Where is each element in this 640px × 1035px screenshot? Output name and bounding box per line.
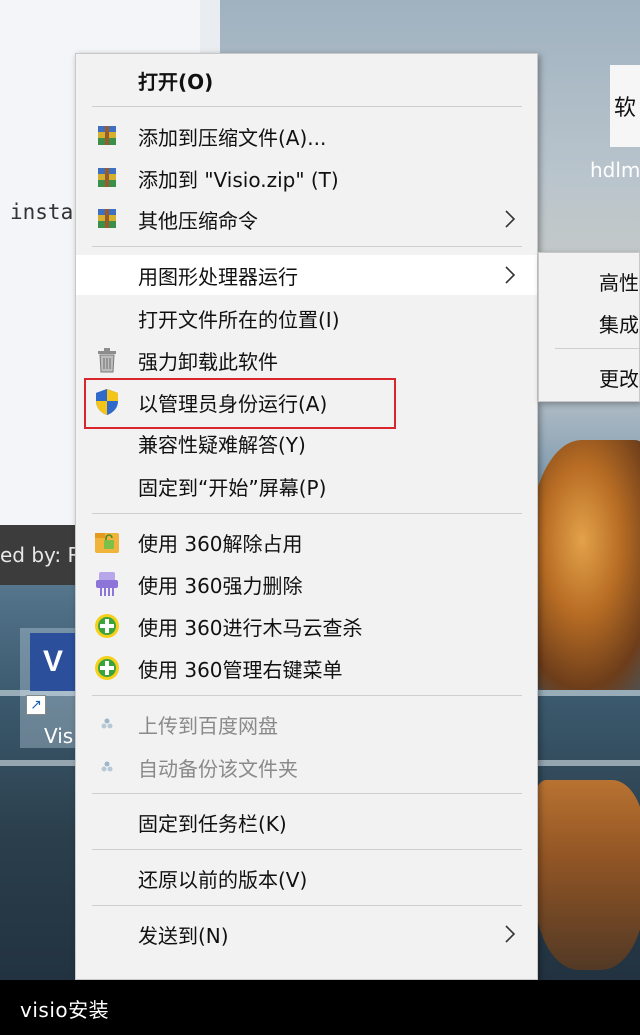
menu-item-label: 强力卸载此软件 bbox=[138, 349, 278, 374]
menu-item-label: 兼容性疑难解答(Y) bbox=[138, 432, 306, 457]
submenu-item-change[interactable]: 更改 bbox=[599, 363, 639, 392]
menu-item-send-to[interactable]: 发送到(N) bbox=[76, 914, 537, 954]
menu-item-label: 还原以前的版本(V) bbox=[138, 867, 308, 892]
menu-separator bbox=[92, 793, 522, 794]
caption-text: visio安装 bbox=[20, 998, 110, 1022]
360-plus-icon bbox=[92, 611, 122, 641]
menu-item-pin-to-taskbar[interactable]: 固定到任务栏(K) bbox=[76, 802, 537, 842]
submenu-item-high-performance[interactable]: 高性 bbox=[599, 267, 639, 296]
desktop-app-icon[interactable]: 软 bbox=[610, 65, 640, 147]
menu-item-add-to-visio-zip[interactable]: 添加到 "Visio.zip" (T) bbox=[76, 158, 537, 198]
visio-app-icon[interactable]: V bbox=[30, 633, 76, 691]
winrar-icon bbox=[92, 121, 122, 151]
wallpaper-rock bbox=[530, 440, 640, 690]
submenu-separator bbox=[555, 348, 639, 349]
chevron-right-icon bbox=[505, 925, 516, 943]
menu-separator bbox=[92, 849, 522, 850]
menu-item-compat-troubleshoot[interactable]: 兼容性疑难解答(Y) bbox=[76, 423, 537, 463]
menu-separator bbox=[92, 905, 522, 906]
background-window-edge bbox=[200, 0, 220, 60]
chevron-right-icon bbox=[505, 266, 516, 284]
baidu-cloud-icon bbox=[92, 709, 122, 739]
trash-icon bbox=[92, 345, 122, 375]
desktop-icon-visio-label: Visio bbox=[44, 724, 76, 748]
menu-item-upload-baidu-pan[interactable]: 上传到百度网盘 bbox=[76, 704, 537, 744]
menu-item-other-compress[interactable]: 其他压缩命令 bbox=[76, 199, 537, 239]
menu-separator bbox=[92, 106, 522, 107]
menu-separator bbox=[92, 695, 522, 696]
menu-item-run-with-gpu[interactable]: 用图形处理器运行 bbox=[76, 255, 537, 295]
wallpaper-rock-reflection bbox=[535, 780, 640, 970]
360-plus-icon bbox=[92, 653, 122, 683]
menu-item-add-to-archive[interactable]: 添加到压缩文件(A)... bbox=[76, 116, 537, 156]
menu-item-label: 上传到百度网盘 bbox=[138, 713, 278, 738]
menu-item-open-file-location[interactable]: 打开文件所在的位置(I) bbox=[76, 298, 537, 338]
winrar-icon bbox=[92, 163, 122, 193]
menu-item-label: 使用 360进行木马云查杀 bbox=[138, 615, 363, 640]
submenu-item-integrated[interactable]: 集成 bbox=[599, 309, 639, 338]
menu-item-label: 其他压缩命令 bbox=[138, 208, 258, 233]
menu-item-label: 打开文件所在的位置(I) bbox=[138, 307, 340, 332]
menu-item-open[interactable]: 打开(O) bbox=[76, 60, 537, 100]
menu-item-label: 使用 360管理右键菜单 bbox=[138, 657, 343, 682]
winrar-icon bbox=[92, 204, 122, 234]
desktop-app-label: hdlm bbox=[590, 158, 640, 182]
menu-item-360-manage-context-menu[interactable]: 使用 360管理右键菜单 bbox=[76, 648, 537, 688]
menu-item-label: 固定到任务栏(K) bbox=[138, 811, 287, 836]
context-menu: 打开(O) 添加到压缩文件(A)... 添加到 "Visio.zip" (T) bbox=[75, 53, 538, 980]
menu-item-label: 固定到“开始”屏幕(P) bbox=[138, 475, 327, 500]
360-unlock-icon bbox=[92, 527, 122, 557]
menu-item-360-force-delete[interactable]: 使用 360强力删除 bbox=[76, 564, 537, 604]
menu-item-force-uninstall[interactable]: 强力卸载此软件 bbox=[76, 340, 537, 380]
background-status-text: ed by: R bbox=[0, 543, 76, 567]
menu-item-label: 使用 360强力删除 bbox=[138, 573, 303, 598]
menu-item-label: 打开(O) bbox=[138, 69, 214, 94]
360-shredder-icon bbox=[92, 569, 122, 599]
menu-item-restore-previous-versions[interactable]: 还原以前的版本(V) bbox=[76, 858, 537, 898]
background-window-text: insta bbox=[10, 200, 74, 224]
menu-item-pin-to-start[interactable]: 固定到“开始”屏幕(P) bbox=[76, 466, 537, 506]
menu-item-label: 使用 360解除占用 bbox=[138, 531, 303, 556]
chevron-right-icon bbox=[505, 210, 516, 228]
baidu-cloud-icon bbox=[92, 752, 122, 782]
menu-separator bbox=[92, 246, 522, 247]
menu-item-label: 用图形处理器运行 bbox=[138, 264, 298, 289]
menu-item-label: 添加到 "Visio.zip" (T) bbox=[138, 167, 339, 192]
shortcut-arrow-icon: ↗ bbox=[26, 695, 46, 715]
menu-item-label: 发送到(N) bbox=[138, 923, 229, 948]
highlight-annotation-box bbox=[84, 378, 396, 429]
menu-item-360-trojan-scan[interactable]: 使用 360进行木马云查杀 bbox=[76, 606, 537, 646]
gpu-submenu: 高性 集成 更改 bbox=[538, 252, 640, 402]
menu-separator bbox=[92, 513, 522, 514]
menu-item-label: 自动备份该文件夹 bbox=[138, 756, 298, 781]
menu-item-auto-backup-folder[interactable]: 自动备份该文件夹 bbox=[76, 747, 537, 787]
menu-item-360-unlock[interactable]: 使用 360解除占用 bbox=[76, 522, 537, 562]
menu-item-label: 添加到压缩文件(A)... bbox=[138, 125, 327, 150]
